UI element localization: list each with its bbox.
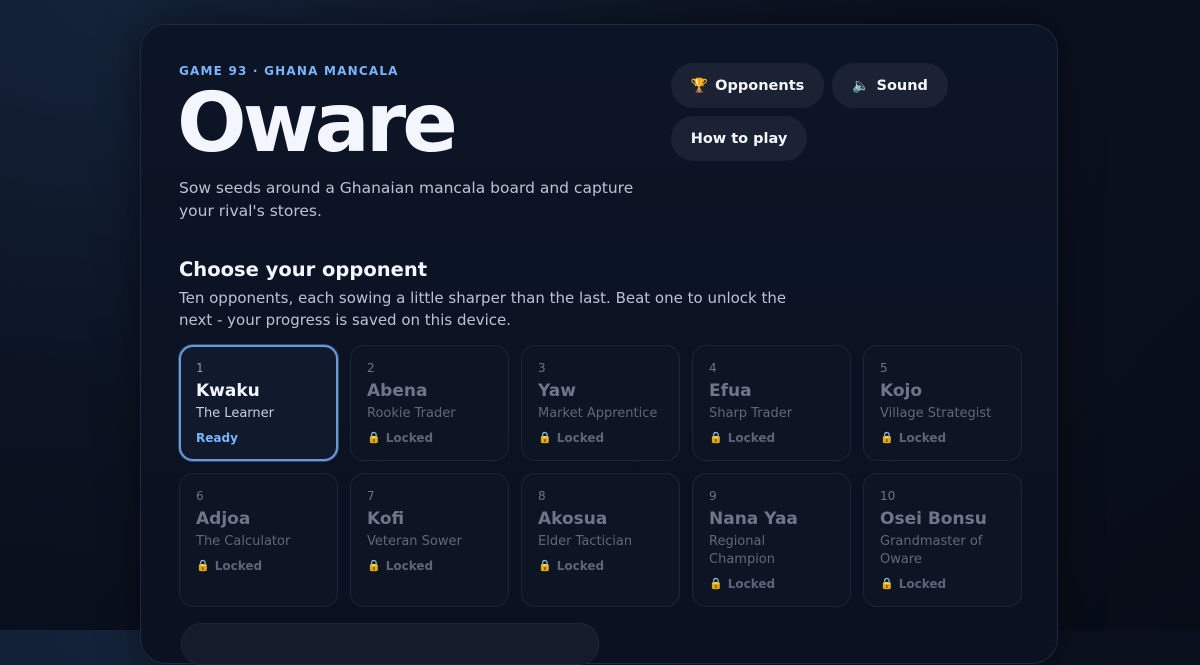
opponent-number: 7 [367,489,375,503]
opponent-name: Kwaku [196,381,260,401]
opponent-card-9[interactable]: 9 Nana Yaa Regional Champion 🔒 Locked [692,473,851,607]
status-label: Locked [556,431,605,445]
trophy-icon: 🏆 [690,77,709,94]
opponent-status: Ready [196,429,321,447]
status-label: Locked [385,559,434,573]
opponent-number: 10 [880,489,896,503]
opponent-rank: Elder Tactician [538,534,633,549]
opponent-rank: Market Apprentice [538,406,658,421]
opponents-button-label: Opponents [715,77,805,94]
opponent-card-3[interactable]: 3 Yaw Market Apprentice 🔒 Locked [521,345,680,461]
opponent-rank: Regional Champion [709,534,776,567]
opponent-number: 2 [367,361,375,375]
opponent-rank: Village Strategist [880,406,992,421]
opponent-status: 🔒 Locked [196,557,321,575]
status-label: Locked [727,431,776,445]
opponent-name: Akosua [538,509,608,529]
opponent-number: 3 [538,361,546,375]
section-title: Choose your opponent [179,258,428,281]
opponent-rank: Sharp Trader [709,406,793,421]
status-label: Locked [898,431,947,445]
lock-icon: 🔒 [880,577,894,590]
opponent-number: 6 [196,489,204,503]
opponents-button[interactable]: 🏆 Opponents [671,63,824,108]
lock-icon: 🔒 [367,559,381,572]
lock-icon: 🔒 [367,431,381,444]
status-label: Locked [556,559,605,573]
opponent-rank: Rookie Trader [367,406,456,421]
opponent-status: 🔒 Locked [880,575,1005,593]
opponent-rank: The Learner [196,406,274,421]
opponent-rank: Grandmaster of Oware [880,534,983,567]
main-panel: GAME 93 · GHANA MANCALA Oware Sow seeds … [140,24,1058,665]
opponent-name: Kofi [367,509,405,529]
section-description: Ten opponents, each sowing a little shar… [179,289,787,329]
lock-icon: 🔒 [709,431,723,444]
opponent-status: 🔒 Locked [709,575,834,593]
opponent-rank: The Calculator [196,534,291,549]
opponent-status: 🔒 Locked [709,429,834,447]
opponent-card-1[interactable]: 1 Kwaku The Learner Ready [179,345,338,461]
status-label: Locked [898,577,947,591]
opponent-number: 4 [709,361,717,375]
page-subtitle: Sow seeds around a Ghanaian mancala boar… [179,179,634,220]
status-label: Ready [196,431,238,445]
opponent-card-8[interactable]: 8 Akosua Elder Tactician 🔒 Locked [521,473,680,607]
opponent-name: Abena [367,381,428,401]
lock-icon: 🔒 [196,559,210,572]
bottom-action-pill[interactable] [181,623,599,665]
opponent-number: 1 [196,361,204,375]
opponent-card-2[interactable]: 2 Abena Rookie Trader 🔒 Locked [350,345,509,461]
opponent-status: 🔒 Locked [367,557,492,575]
opponent-number: 5 [880,361,888,375]
lock-icon: 🔒 [538,431,552,444]
lock-icon: 🔒 [880,431,894,444]
opponent-name: Yaw [538,381,576,401]
page-title: Oware [177,76,458,171]
sound-button[interactable]: 🔈 Sound [832,63,948,108]
opponent-card-10[interactable]: 10 Osei Bonsu Grandmaster of Oware 🔒 Loc… [863,473,1022,607]
opponent-status: 🔒 Locked [538,429,663,447]
opponent-status: 🔒 Locked [880,429,1005,447]
status-label: Locked [727,577,776,591]
status-label: Locked [385,431,434,445]
opponent-number: 8 [538,489,546,503]
opponent-name: Kojo [880,381,923,401]
opponent-card-7[interactable]: 7 Kofi Veteran Sower 🔒 Locked [350,473,509,607]
opponent-status: 🔒 Locked [538,557,663,575]
opponent-card-5[interactable]: 5 Kojo Village Strategist 🔒 Locked [863,345,1022,461]
lock-icon: 🔒 [709,577,723,590]
opponent-number: 9 [709,489,717,503]
speaker-icon: 🔈 [852,77,870,94]
how-to-play-button[interactable]: How to play [671,116,807,161]
lock-icon: 🔒 [538,559,552,572]
opponent-card-6[interactable]: 6 Adjoa The Calculator 🔒 Locked [179,473,338,607]
how-to-play-button-label: How to play [690,130,788,147]
status-label: Locked [214,559,263,573]
opponent-name: Osei Bonsu [880,509,987,529]
opponent-name: Nana Yaa [709,509,798,529]
opponent-grid: 1 Kwaku The Learner Ready 2 Abena Rookie… [179,345,1022,607]
opponent-name: Efua [709,381,752,401]
opponent-rank: Veteran Sower [367,534,462,549]
sound-button-label: Sound [876,77,928,94]
opponent-status: 🔒 Locked [367,429,492,447]
opponent-name: Adjoa [196,509,251,529]
opponent-card-4[interactable]: 4 Efua Sharp Trader 🔒 Locked [692,345,851,461]
